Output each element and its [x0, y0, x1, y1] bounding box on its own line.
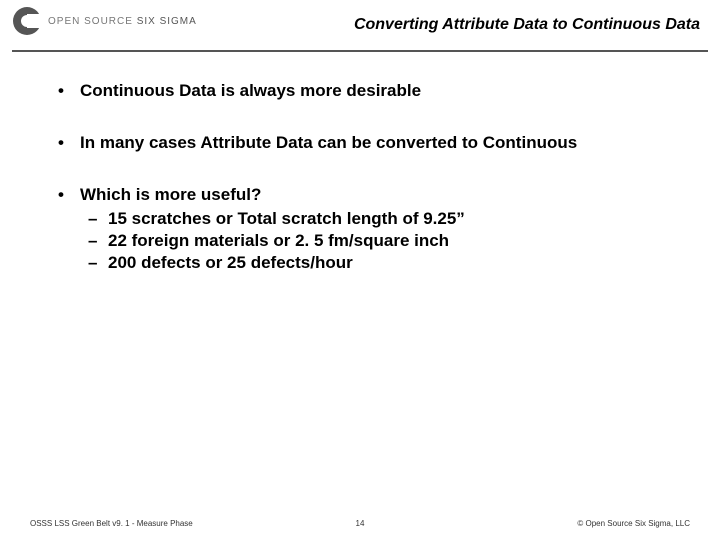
sub-bullet-text: 15 scratches or Total scratch length of … [108, 209, 465, 228]
sub-bullet-item: 22 foreign materials or 2. 5 fm/square i… [80, 230, 670, 252]
logo-text-bold: SIX SIGMA [137, 16, 197, 27]
bullet-text: In many cases Attribute Data can be conv… [80, 133, 577, 152]
page-number: 14 [356, 519, 365, 528]
footer-left: OSSS LSS Green Belt v9. 1 - Measure Phas… [30, 519, 193, 528]
bullet-item: In many cases Attribute Data can be conv… [50, 132, 670, 154]
bullet-item: Continuous Data is always more desirable [50, 80, 670, 102]
slide: OPEN SOURCE SIX SIGMA Converting Attribu… [0, 0, 720, 540]
sub-bullet-item: 200 defects or 25 defects/hour [80, 252, 670, 274]
bullet-text: Continuous Data is always more desirable [80, 81, 421, 100]
slide-title: Converting Attribute Data to Continuous … [354, 16, 700, 34]
logo-text: OPEN SOURCE SIX SIGMA [48, 16, 197, 27]
logo-mark-icon [12, 6, 42, 36]
footer-right: © Open Source Six Sigma, LLC [577, 519, 690, 528]
sub-bullet-text: 22 foreign materials or 2. 5 fm/square i… [108, 231, 449, 250]
header: OPEN SOURCE SIX SIGMA Converting Attribu… [12, 0, 708, 52]
logo: OPEN SOURCE SIX SIGMA [12, 6, 197, 36]
bullet-text: Which is more useful? [80, 185, 261, 204]
sub-bullet-text: 200 defects or 25 defects/hour [108, 253, 353, 272]
logo-text-light: OPEN SOURCE [48, 16, 133, 27]
bullet-item: Which is more useful? 15 scratches or To… [50, 184, 670, 274]
content: Continuous Data is always more desirable… [0, 52, 720, 275]
sub-bullet-item: 15 scratches or Total scratch length of … [80, 208, 670, 230]
